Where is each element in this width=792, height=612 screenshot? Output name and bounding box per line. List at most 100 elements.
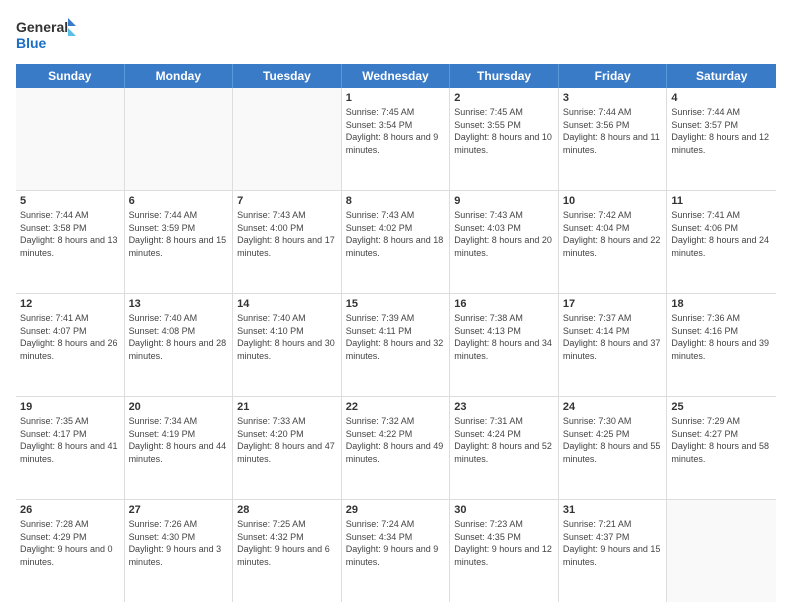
day-info: Sunrise: 7:24 AM Sunset: 4:34 PM Dayligh…	[346, 518, 446, 568]
day-number: 23	[454, 401, 554, 413]
calendar-cell: 21 Sunrise: 7:33 AM Sunset: 4:20 PM Dayli…	[233, 397, 342, 499]
header: General Blue	[16, 16, 776, 54]
day-number: 11	[671, 195, 772, 207]
day-info: Sunrise: 7:43 AM Sunset: 4:03 PM Dayligh…	[454, 209, 554, 259]
day-of-week-header: Sunday	[16, 64, 125, 88]
day-info: Sunrise: 7:45 AM Sunset: 3:55 PM Dayligh…	[454, 106, 554, 156]
day-info: Sunrise: 7:21 AM Sunset: 4:37 PM Dayligh…	[563, 518, 663, 568]
day-number: 28	[237, 504, 337, 516]
day-info: Sunrise: 7:44 AM Sunset: 3:57 PM Dayligh…	[671, 106, 772, 156]
calendar-cell: 8 Sunrise: 7:43 AM Sunset: 4:02 PM Daylig…	[342, 191, 451, 293]
day-number: 10	[563, 195, 663, 207]
day-info: Sunrise: 7:32 AM Sunset: 4:22 PM Dayligh…	[346, 415, 446, 465]
calendar-cell: 23 Sunrise: 7:31 AM Sunset: 4:24 PM Dayli…	[450, 397, 559, 499]
day-info: Sunrise: 7:43 AM Sunset: 4:00 PM Dayligh…	[237, 209, 337, 259]
calendar-cell: 16Sunrise: 7:38 AM Sunset: 4:13 PM Dayli…	[450, 294, 559, 396]
day-number: 17	[563, 298, 663, 310]
calendar-week: 12 Sunrise: 7:41 AM Sunset: 4:07 PM Dayli…	[16, 294, 776, 397]
calendar-cell: 18Sunrise: 7:36 AM Sunset: 4:16 PM Dayli…	[667, 294, 776, 396]
calendar-cell: 13 Sunrise: 7:40 AM Sunset: 4:08 PM Dayli…	[125, 294, 234, 396]
day-info: Sunrise: 7:40 AM Sunset: 4:08 PM Dayligh…	[129, 312, 229, 362]
calendar-cell: 2 Sunrise: 7:45 AM Sunset: 3:55 PM Daylig…	[450, 88, 559, 190]
calendar-cell: 15 Sunrise: 7:39 AM Sunset: 4:11 PM Dayli…	[342, 294, 451, 396]
day-of-week-header: Monday	[125, 64, 234, 88]
day-info: Sunrise: 7:30 AM Sunset: 4:25 PM Dayligh…	[563, 415, 663, 465]
day-number: 2	[454, 92, 554, 104]
day-number: 22	[346, 401, 446, 413]
day-info: Sunrise: 7:45 AM Sunset: 3:54 PM Dayligh…	[346, 106, 446, 156]
calendar-cell: 9 Sunrise: 7:43 AM Sunset: 4:03 PM Daylig…	[450, 191, 559, 293]
calendar-cell: 5 Sunrise: 7:44 AM Sunset: 3:58 PM Daylig…	[16, 191, 125, 293]
day-info: Sunrise: 7:39 AM Sunset: 4:11 PM Dayligh…	[346, 312, 446, 362]
day-of-week-header: Saturday	[667, 64, 776, 88]
day-info: Sunrise: 7:43 AM Sunset: 4:02 PM Dayligh…	[346, 209, 446, 259]
day-number: 24	[563, 401, 663, 413]
calendar-week: 5 Sunrise: 7:44 AM Sunset: 3:58 PM Daylig…	[16, 191, 776, 294]
day-info: Sunrise: 7:41 AM Sunset: 4:07 PM Dayligh…	[20, 312, 120, 362]
calendar-body: 1 Sunrise: 7:45 AM Sunset: 3:54 PM Daylig…	[16, 88, 776, 602]
logo: General Blue	[16, 16, 76, 54]
day-info: Sunrise: 7:33 AM Sunset: 4:20 PM Dayligh…	[237, 415, 337, 465]
calendar-cell: 19 Sunrise: 7:35 AM Sunset: 4:17 PM Dayli…	[16, 397, 125, 499]
day-info: Sunrise: 7:42 AM Sunset: 4:04 PM Dayligh…	[563, 209, 663, 259]
svg-text:General: General	[16, 19, 68, 35]
calendar-cell: 4 Sunrise: 7:44 AM Sunset: 3:57 PM Daylig…	[667, 88, 776, 190]
day-info: Sunrise: 7:29 AM Sunset: 4:27 PM Dayligh…	[671, 415, 772, 465]
calendar-cell: 6Sunrise: 7:44 AM Sunset: 3:59 PM Daylig…	[125, 191, 234, 293]
calendar: SundayMondayTuesdayWednesdayThursdayFrid…	[16, 64, 776, 602]
day-number: 12	[20, 298, 120, 310]
day-info: Sunrise: 7:31 AM Sunset: 4:24 PM Dayligh…	[454, 415, 554, 465]
calendar-week: 19 Sunrise: 7:35 AM Sunset: 4:17 PM Dayli…	[16, 397, 776, 500]
day-of-week-header: Friday	[559, 64, 668, 88]
day-info: Sunrise: 7:44 AM Sunset: 3:56 PM Dayligh…	[563, 106, 663, 156]
calendar-cell: 24 Sunrise: 7:30 AM Sunset: 4:25 PM Dayli…	[559, 397, 668, 499]
day-number: 29	[346, 504, 446, 516]
day-number: 16	[454, 298, 554, 310]
calendar-week: 26 Sunrise: 7:28 AM Sunset: 4:29 PM Dayli…	[16, 500, 776, 602]
day-number: 8	[346, 195, 446, 207]
day-number: 18	[671, 298, 772, 310]
day-info: Sunrise: 7:23 AM Sunset: 4:35 PM Dayligh…	[454, 518, 554, 568]
calendar-cell	[667, 500, 776, 602]
day-info: Sunrise: 7:35 AM Sunset: 4:17 PM Dayligh…	[20, 415, 120, 465]
calendar-cell: 12 Sunrise: 7:41 AM Sunset: 4:07 PM Dayli…	[16, 294, 125, 396]
calendar-cell: 25 Sunrise: 7:29 AM Sunset: 4:27 PM Dayli…	[667, 397, 776, 499]
day-number: 25	[671, 401, 772, 413]
day-number: 4	[671, 92, 772, 104]
day-info: Sunrise: 7:25 AM Sunset: 4:32 PM Dayligh…	[237, 518, 337, 568]
day-number: 14	[237, 298, 337, 310]
day-number: 19	[20, 401, 120, 413]
day-of-week-header: Wednesday	[342, 64, 451, 88]
day-number: 15	[346, 298, 446, 310]
calendar-cell	[16, 88, 125, 190]
svg-text:Blue: Blue	[16, 35, 47, 51]
day-info: Sunrise: 7:44 AM Sunset: 3:58 PM Dayligh…	[20, 209, 120, 259]
calendar-cell: 7 Sunrise: 7:43 AM Sunset: 4:00 PM Daylig…	[233, 191, 342, 293]
logo-svg: General Blue	[16, 16, 76, 54]
day-info: Sunrise: 7:34 AM Sunset: 4:19 PM Dayligh…	[129, 415, 229, 465]
calendar-cell: 3 Sunrise: 7:44 AM Sunset: 3:56 PM Daylig…	[559, 88, 668, 190]
calendar-week: 1 Sunrise: 7:45 AM Sunset: 3:54 PM Daylig…	[16, 88, 776, 191]
day-number: 20	[129, 401, 229, 413]
day-number: 9	[454, 195, 554, 207]
day-number: 5	[20, 195, 120, 207]
day-number: 1	[346, 92, 446, 104]
day-info: Sunrise: 7:41 AM Sunset: 4:06 PM Dayligh…	[671, 209, 772, 259]
calendar-cell: 20 Sunrise: 7:34 AM Sunset: 4:19 PM Dayli…	[125, 397, 234, 499]
page: General Blue SundayMondayTuesdayWednesda…	[0, 0, 792, 612]
calendar-cell: 14Sunrise: 7:40 AM Sunset: 4:10 PM Dayli…	[233, 294, 342, 396]
day-number: 21	[237, 401, 337, 413]
calendar-cell: 28 Sunrise: 7:25 AM Sunset: 4:32 PM Dayli…	[233, 500, 342, 602]
day-number: 7	[237, 195, 337, 207]
day-number: 26	[20, 504, 120, 516]
day-info: Sunrise: 7:28 AM Sunset: 4:29 PM Dayligh…	[20, 518, 120, 568]
day-number: 6	[129, 195, 229, 207]
calendar-cell: 1 Sunrise: 7:45 AM Sunset: 3:54 PM Daylig…	[342, 88, 451, 190]
calendar-cell: 26 Sunrise: 7:28 AM Sunset: 4:29 PM Dayli…	[16, 500, 125, 602]
day-number: 13	[129, 298, 229, 310]
calendar-cell: 17Sunrise: 7:37 AM Sunset: 4:14 PM Dayli…	[559, 294, 668, 396]
day-of-week-header: Thursday	[450, 64, 559, 88]
calendar-header: SundayMondayTuesdayWednesdayThursdayFrid…	[16, 64, 776, 88]
day-number: 3	[563, 92, 663, 104]
day-number: 31	[563, 504, 663, 516]
